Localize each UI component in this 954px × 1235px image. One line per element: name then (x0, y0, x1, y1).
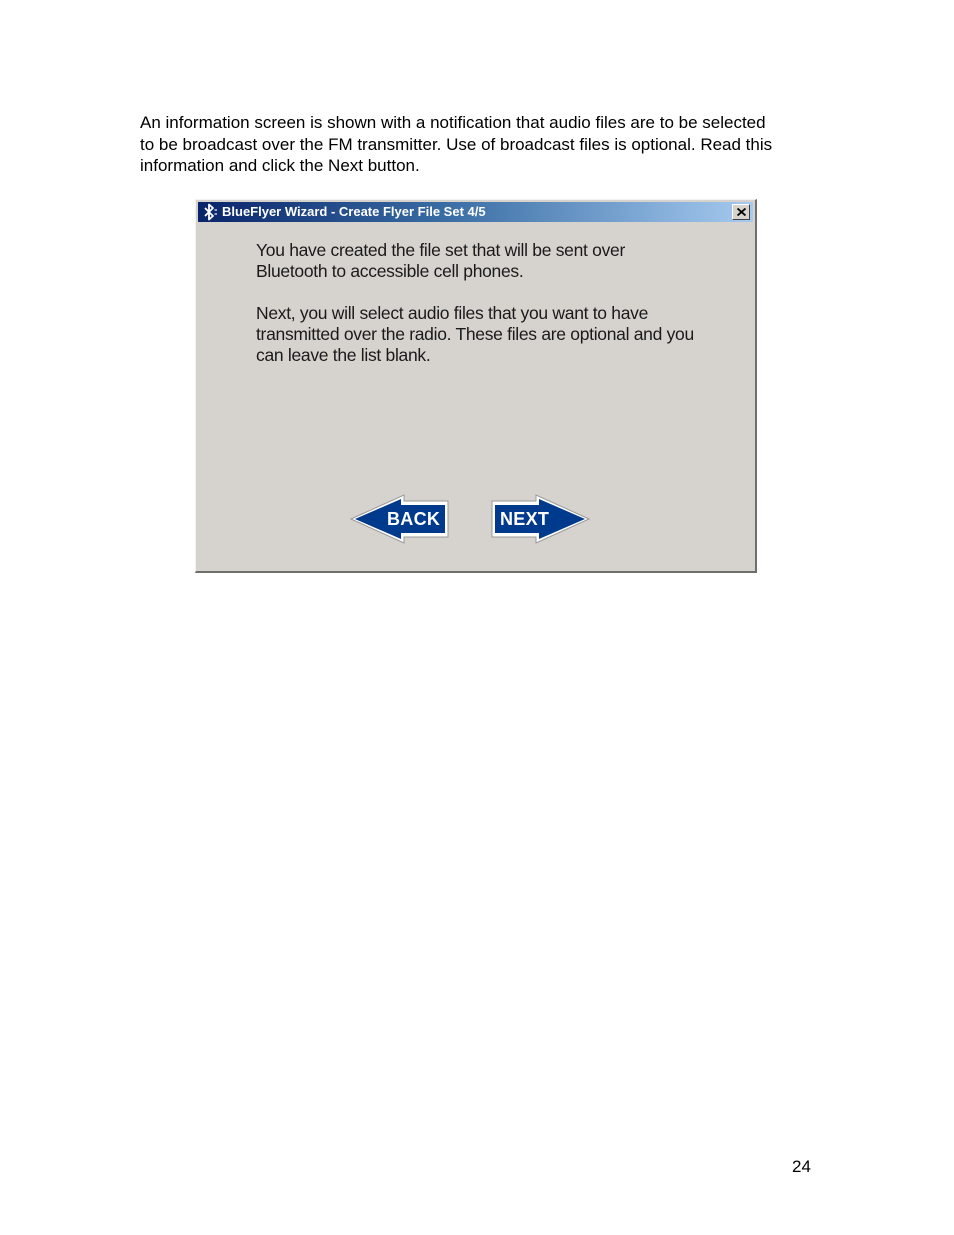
back-label: BACK (387, 509, 441, 529)
back-button[interactable]: BACK (350, 494, 452, 544)
dialog-titlebar[interactable]: BlueFlyer Wizard - Create Flyer File Set… (198, 202, 753, 222)
close-icon (737, 208, 746, 216)
dialog-title: BlueFlyer Wizard - Create Flyer File Set… (222, 204, 486, 219)
dialog-message: You have created the file set that will … (256, 240, 696, 387)
next-label: NEXT (500, 509, 550, 529)
page-number: 24 (792, 1157, 811, 1176)
close-button[interactable] (732, 204, 750, 220)
intro-paragraph: An information screen is shown with a no… (140, 112, 780, 177)
bluetooth-icon (202, 203, 218, 221)
next-button[interactable]: NEXT (488, 494, 590, 544)
intro-text: An information screen is shown with a no… (140, 113, 773, 175)
wizard-dialog: BlueFlyer Wizard - Create Flyer File Set… (195, 199, 757, 573)
message-paragraph-2: Next, you will select audio files that y… (256, 303, 694, 365)
message-paragraph-1: You have created the file set that will … (256, 240, 625, 281)
